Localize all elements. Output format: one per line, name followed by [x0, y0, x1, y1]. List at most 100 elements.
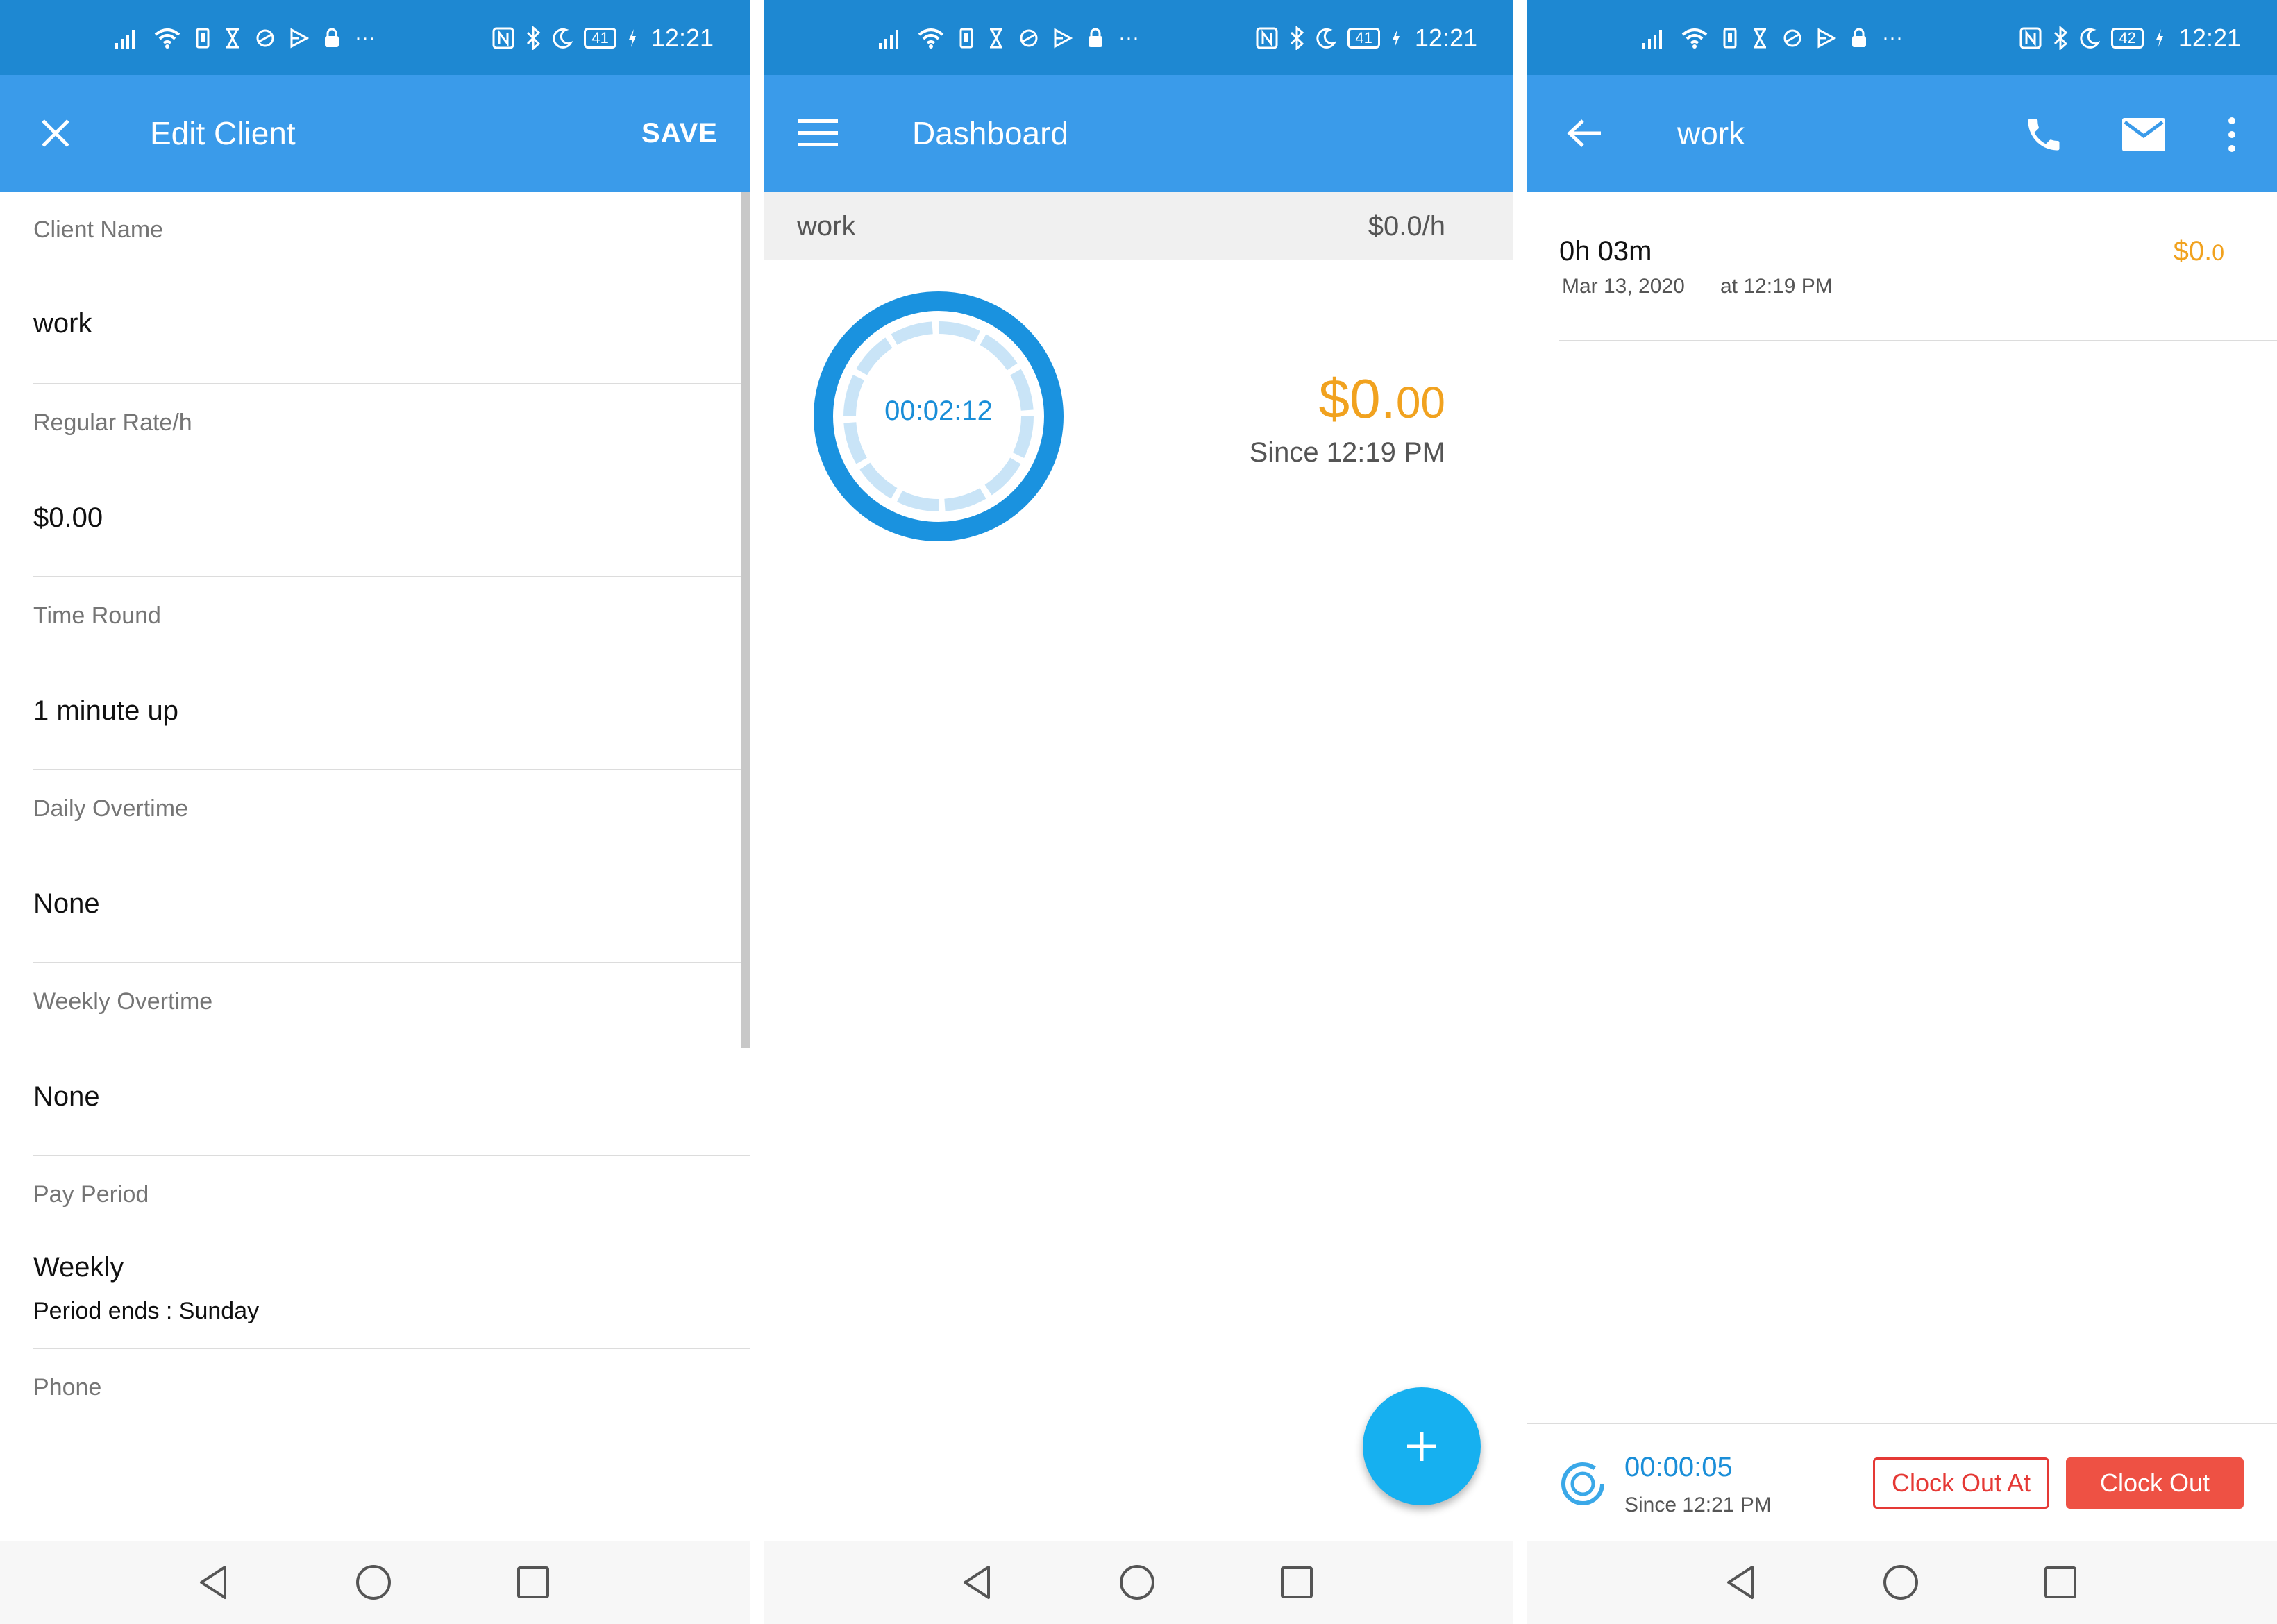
field-subvalue: Period ends : Sunday — [33, 1298, 260, 1324]
field-value: work — [33, 308, 92, 339]
page-title: Edit Client — [150, 115, 296, 151]
lock-icon — [325, 28, 339, 47]
nav-bar — [764, 1541, 1513, 1624]
play-icon — [1817, 28, 1836, 49]
field-value: None — [33, 888, 100, 919]
signal-icon — [879, 30, 898, 49]
status-overflow: ··· — [1882, 26, 1903, 49]
back-nav-icon[interactable] — [193, 1562, 235, 1603]
amount-main: $0. — [2173, 236, 2212, 267]
save-button[interactable]: SAVE — [641, 75, 718, 192]
phone-field[interactable]: Phone — [33, 1349, 750, 1542]
status-icons-left: ··· — [878, 21, 1139, 56]
app-bar: work — [1527, 75, 2277, 192]
status-icons-left: ··· — [115, 21, 376, 56]
time-round-field[interactable]: Time Round 1 minute up — [33, 577, 750, 770]
client-header[interactable]: work $0.0/h — [764, 192, 1513, 260]
sync-icon — [256, 29, 274, 47]
menu-icon[interactable] — [797, 115, 839, 151]
edit-client-screen: ··· 41 12:21 Edit Client SAVE Client Nam… — [0, 0, 750, 1624]
phone-icon[interactable] — [2022, 112, 2066, 157]
home-nav-icon[interactable] — [1880, 1562, 1922, 1603]
field-value: Weekly — [33, 1252, 124, 1283]
amount-cents: 0 — [2212, 240, 2224, 265]
sync-icon — [1020, 29, 1038, 47]
plus-icon — [1407, 1432, 1436, 1461]
email-icon[interactable] — [2121, 112, 2166, 157]
signal-icon — [115, 30, 135, 49]
bluetooth-icon — [2054, 26, 2068, 50]
nfc-icon — [2019, 27, 2042, 49]
field-label: Pay Period — [33, 1181, 149, 1208]
vibrate-icon — [1723, 28, 1737, 49]
client-name-field[interactable]: Client Name work — [33, 192, 750, 384]
weekly-overtime-field[interactable]: Weekly Overtime None — [33, 963, 750, 1156]
field-label: Daily Overtime — [33, 795, 188, 822]
dashboard-screen: ··· 41 12:21 Dashboard work $0.0/h 00:02… — [764, 0, 1513, 1624]
status-icons-right: 42 12:21 — [2019, 21, 2241, 56]
wifi-icon — [154, 28, 180, 49]
home-nav-icon[interactable] — [353, 1562, 394, 1603]
client-detail-screen: ··· 42 12:21 work 0h 03m Mar 13, 2020 at… — [1527, 0, 2277, 1624]
charging-icon — [628, 29, 636, 47]
moon-icon — [2080, 28, 2101, 49]
back-nav-icon[interactable] — [957, 1562, 998, 1603]
client-rate: $0.0/h — [1368, 211, 1445, 242]
status-icons-right: 41 12:21 — [492, 21, 714, 56]
entry-duration: 0h 03m — [1559, 236, 1652, 267]
play-icon — [290, 28, 309, 49]
battery-icon: 42 — [2111, 28, 2144, 49]
more-options-icon[interactable] — [2221, 112, 2242, 157]
scrollbar[interactable] — [741, 192, 750, 1048]
nfc-icon — [492, 27, 514, 49]
pay-period-field[interactable]: Pay Period Weekly Period ends : Sunday — [33, 1156, 750, 1349]
page-title: work — [1677, 115, 1745, 151]
since-time: Since 12:19 PM — [1249, 437, 1445, 468]
recents-nav-icon[interactable] — [2040, 1562, 2081, 1603]
amount-main: $0. — [1318, 368, 1396, 430]
clock-out-button[interactable]: Clock Out — [2066, 1457, 2244, 1509]
entry-date: Mar 13, 2020 — [1562, 275, 1685, 298]
wifi-icon — [1681, 28, 1708, 49]
timer-display: 00:02:12 — [884, 396, 993, 426]
nav-bar — [1527, 1541, 2277, 1624]
close-icon[interactable] — [35, 112, 76, 154]
earned-amount: $0.00 — [1319, 368, 1445, 434]
field-value: 1 minute up — [33, 695, 179, 726]
home-nav-icon[interactable] — [1116, 1562, 1158, 1603]
status-overflow: ··· — [1118, 26, 1139, 49]
wifi-icon — [918, 28, 944, 49]
bluetooth-icon — [527, 26, 541, 50]
lock-icon — [1852, 28, 1866, 47]
active-timer-bar: 00:00:05 Since 12:21 PM Clock Out At Clo… — [1527, 1423, 2277, 1541]
back-nav-icon[interactable] — [1720, 1562, 1762, 1603]
charging-icon — [2156, 29, 2163, 47]
add-button[interactable] — [1363, 1387, 1481, 1505]
entry-amount: $0.0 — [2174, 236, 2224, 267]
battery-icon: 41 — [584, 28, 616, 49]
daily-overtime-field[interactable]: Daily Overtime None — [33, 770, 750, 963]
back-arrow-icon[interactable] — [1563, 114, 1605, 153]
recents-nav-icon[interactable] — [512, 1562, 554, 1603]
recents-nav-icon[interactable] — [1276, 1562, 1318, 1603]
app-bar: Dashboard — [764, 75, 1513, 192]
field-value: None — [33, 1081, 100, 1112]
field-label: Phone — [33, 1374, 102, 1401]
lock-icon — [1089, 28, 1102, 47]
time-entry-row[interactable]: 0h 03m Mar 13, 2020 at 12:19 PM $0.0 — [1559, 192, 2277, 341]
play-icon — [1054, 28, 1073, 49]
field-label: Regular Rate/h — [33, 409, 192, 436]
page-title: Dashboard — [912, 115, 1069, 151]
hourglass-icon — [226, 28, 239, 49]
regular-rate-field[interactable]: Regular Rate/h $0.00 — [33, 384, 750, 577]
status-time: 12:21 — [1414, 24, 1477, 52]
clock-out-at-button[interactable]: Clock Out At — [1873, 1457, 2049, 1509]
amount-cents: 00 — [1395, 378, 1445, 428]
status-icons-right: 41 12:21 — [1256, 21, 1477, 56]
field-value: $0.00 — [33, 502, 103, 533]
status-bar: ··· 41 12:21 — [0, 0, 750, 75]
moon-icon — [553, 28, 573, 49]
status-time: 12:21 — [650, 24, 714, 52]
status-time: 12:21 — [2178, 24, 2241, 52]
field-label: Time Round — [33, 602, 161, 629]
